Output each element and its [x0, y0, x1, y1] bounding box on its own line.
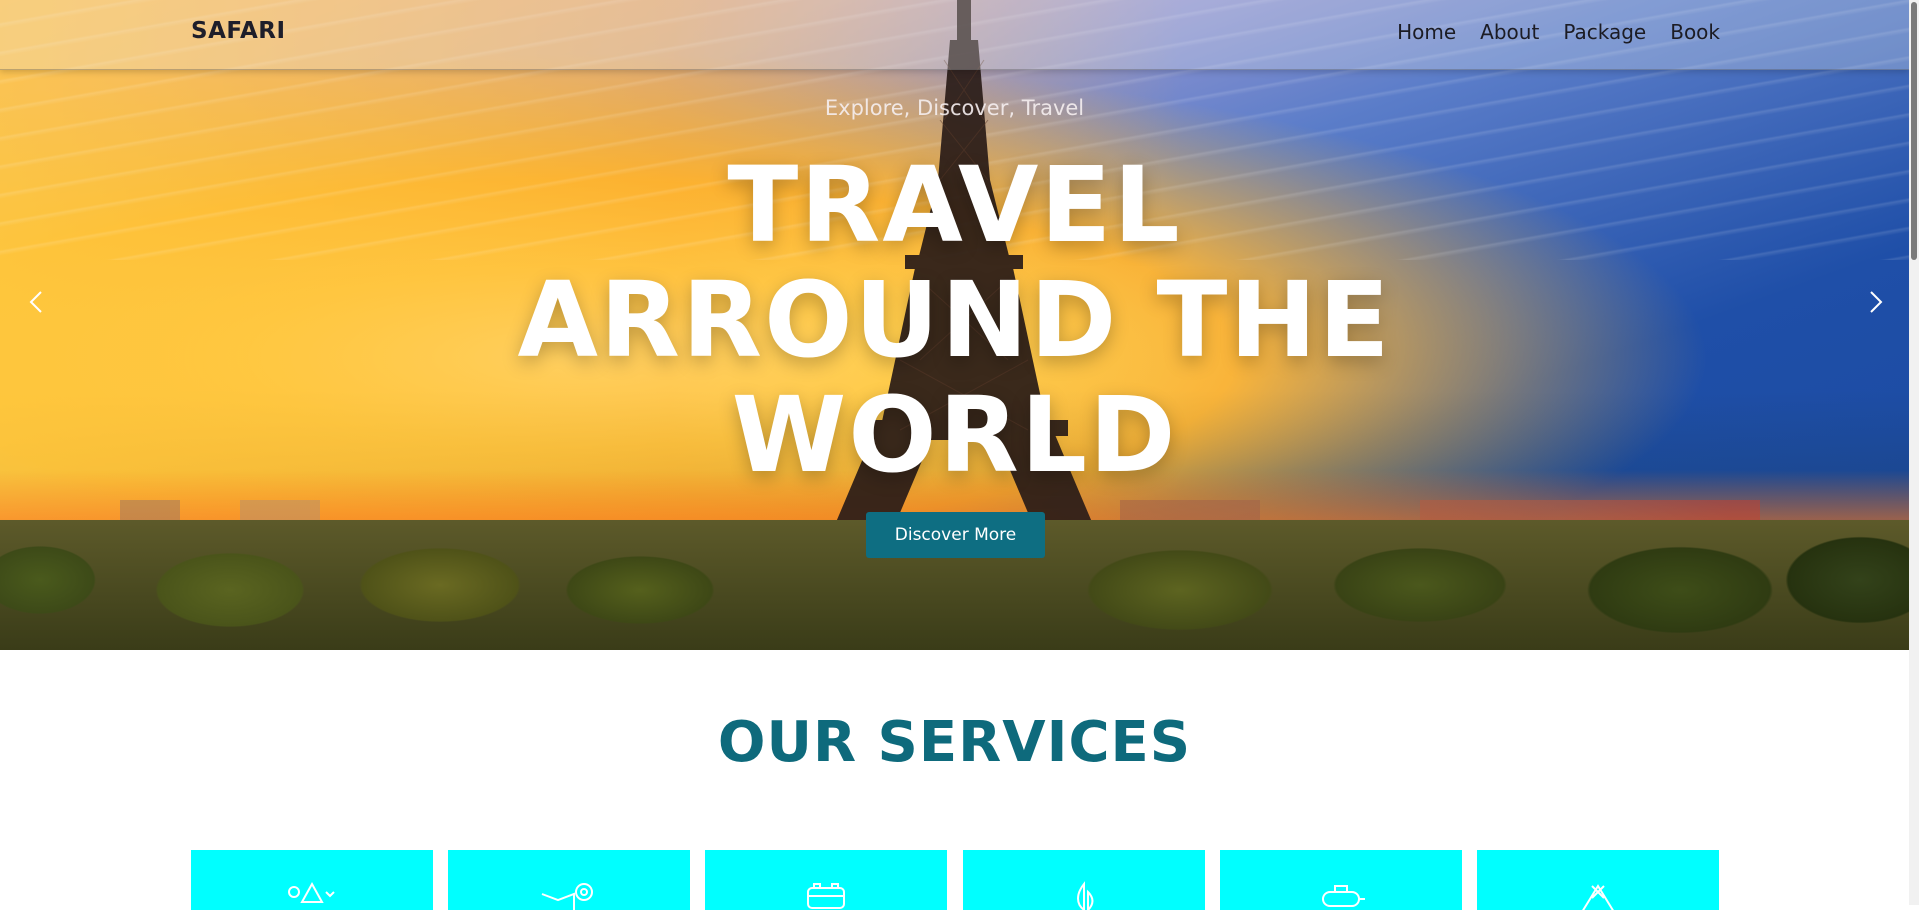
scrollbar-thumb[interactable]	[1911, 2, 1917, 260]
hero-title: TRAVEL ARROUND THE WORLD	[0, 148, 1909, 493]
discover-more-button[interactable]: Discover More	[866, 512, 1045, 558]
nav-link-about[interactable]: About	[1480, 20, 1539, 44]
service-card-map[interactable]	[448, 850, 690, 910]
nav-link-home[interactable]: Home	[1397, 20, 1456, 44]
hero-title-line: ARROUND THE	[517, 259, 1392, 381]
nav-link-book[interactable]: Book	[1670, 20, 1720, 44]
service-card-bus[interactable]	[705, 850, 947, 910]
hiking-icon	[288, 881, 335, 903]
hero-title-line: WORLD	[731, 374, 1178, 496]
map-pin-icon	[541, 883, 593, 910]
submarine-icon	[1322, 885, 1365, 907]
chevron-right-icon	[1870, 291, 1883, 313]
hero-title-line: TRAVEL	[727, 144, 1182, 266]
sailboat-icon	[1072, 881, 1098, 913]
tent-icon	[1581, 884, 1615, 913]
page-scrollbar[interactable]	[1909, 0, 1919, 905]
service-card-sailing[interactable]	[963, 850, 1205, 913]
bus-icon	[807, 883, 845, 909]
carousel-next-button[interactable]	[1860, 287, 1890, 317]
nav-links: Home About Package Book	[1397, 20, 1720, 44]
hero-subtitle: Explore, Discover, Travel	[824, 96, 1085, 120]
service-card-hiking[interactable]	[191, 850, 433, 910]
carousel-prev-button[interactable]	[22, 287, 52, 317]
chevron-left-icon	[29, 291, 42, 313]
nav-link-package[interactable]: Package	[1563, 20, 1646, 44]
service-card-camping[interactable]	[1477, 850, 1719, 913]
top-navbar: SAFARI Home About Package Book	[0, 0, 1909, 70]
hero-carousel: Explore, Discover, Travel TRAVEL ARROUND…	[0, 0, 1909, 650]
services-heading: OUR SERVICES	[717, 710, 1192, 775]
brand-logo[interactable]: SAFARI	[191, 18, 286, 44]
service-card-submarine[interactable]	[1220, 850, 1462, 910]
